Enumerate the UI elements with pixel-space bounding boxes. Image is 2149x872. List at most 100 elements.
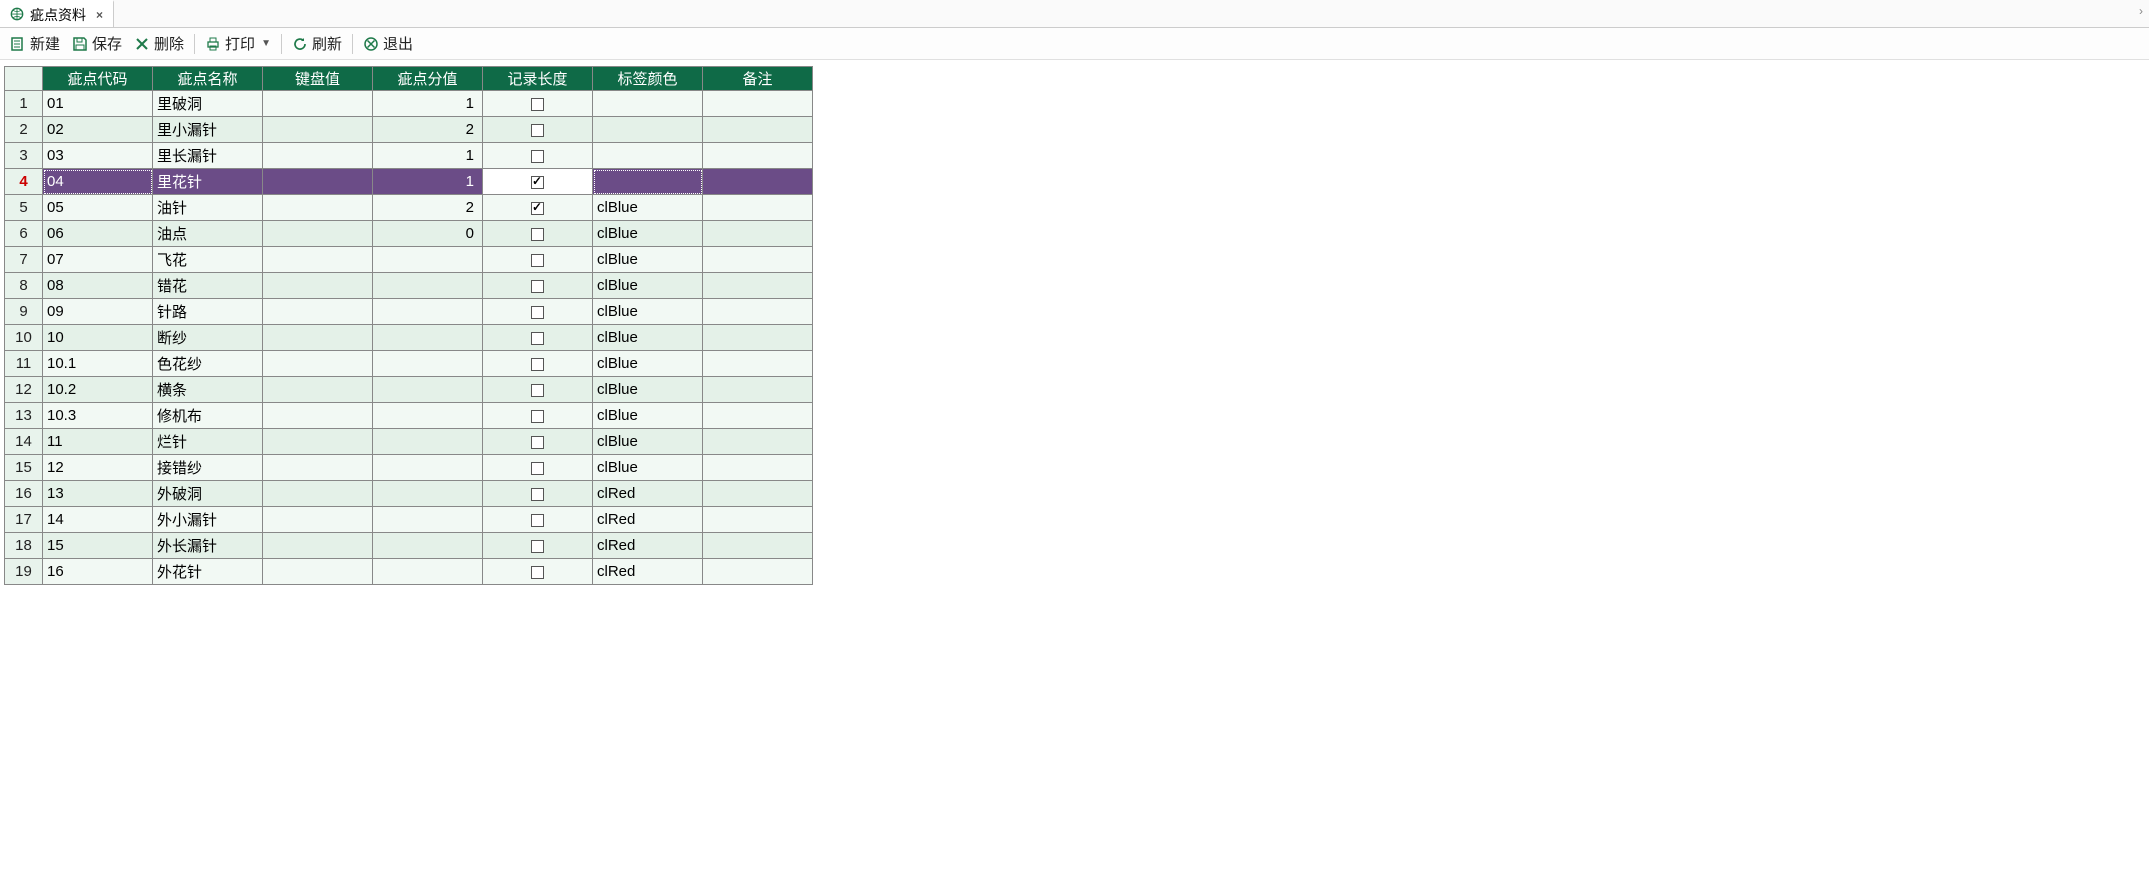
row-number[interactable]: 14 xyxy=(5,429,43,455)
close-icon[interactable]: × xyxy=(96,8,103,22)
cell-reclen[interactable] xyxy=(483,429,593,455)
cell-name[interactable]: 横条 xyxy=(153,377,263,403)
cell-reclen[interactable] xyxy=(483,273,593,299)
cell-key[interactable] xyxy=(263,143,373,169)
cell-label_color[interactable]: clBlue xyxy=(593,299,703,325)
new-button[interactable]: 新建 xyxy=(6,31,64,56)
row-number[interactable]: 13 xyxy=(5,403,43,429)
cell-reclen[interactable] xyxy=(483,325,593,351)
cell-name[interactable]: 烂针 xyxy=(153,429,263,455)
cell-reclen[interactable] xyxy=(483,507,593,533)
row-number[interactable]: 8 xyxy=(5,273,43,299)
delete-button[interactable]: 删除 xyxy=(130,31,188,56)
cell-key[interactable] xyxy=(263,91,373,117)
cell-remark[interactable] xyxy=(703,143,813,169)
cell-remark[interactable] xyxy=(703,221,813,247)
cell-score[interactable] xyxy=(373,247,483,273)
cell-remark[interactable] xyxy=(703,559,813,585)
cell-score[interactable] xyxy=(373,481,483,507)
cell-code[interactable]: 16 xyxy=(43,559,153,585)
cell-key[interactable] xyxy=(263,169,373,195)
cell-key[interactable] xyxy=(263,559,373,585)
cell-name[interactable]: 外破洞 xyxy=(153,481,263,507)
cell-remark[interactable] xyxy=(703,455,813,481)
row-number[interactable]: 19 xyxy=(5,559,43,585)
table-row[interactable]: 1815外长漏针clRed xyxy=(5,533,813,559)
cell-reclen[interactable] xyxy=(483,403,593,429)
cell-score[interactable] xyxy=(373,559,483,585)
cell-name[interactable]: 错花 xyxy=(153,273,263,299)
cell-code[interactable]: 10.2 xyxy=(43,377,153,403)
cell-name[interactable]: 接错纱 xyxy=(153,455,263,481)
cell-name[interactable]: 油点 xyxy=(153,221,263,247)
cell-code[interactable]: 08 xyxy=(43,273,153,299)
cell-reclen[interactable] xyxy=(483,299,593,325)
checkbox-reclen[interactable] xyxy=(531,98,544,111)
cell-name[interactable]: 断纱 xyxy=(153,325,263,351)
checkbox-reclen[interactable] xyxy=(531,176,544,189)
cell-remark[interactable] xyxy=(703,91,813,117)
cell-score[interactable] xyxy=(373,403,483,429)
cell-label_color[interactable]: clBlue xyxy=(593,429,703,455)
table-row[interactable]: 1714外小漏针clRed xyxy=(5,507,813,533)
cell-name[interactable]: 修机布 xyxy=(153,403,263,429)
table-row[interactable]: 1613外破洞clRed xyxy=(5,481,813,507)
table-row[interactable]: 1210.2横条clBlue xyxy=(5,377,813,403)
cell-code[interactable]: 01 xyxy=(43,91,153,117)
row-number[interactable]: 4 xyxy=(5,169,43,195)
header-remark[interactable]: 备注 xyxy=(703,67,813,91)
row-number[interactable]: 3 xyxy=(5,143,43,169)
header-name[interactable]: 疵点名称 xyxy=(153,67,263,91)
table-row[interactable]: 404里花针1 xyxy=(5,169,813,195)
cell-score[interactable] xyxy=(373,325,483,351)
row-number[interactable]: 7 xyxy=(5,247,43,273)
checkbox-reclen[interactable] xyxy=(531,254,544,267)
cell-remark[interactable] xyxy=(703,299,813,325)
checkbox-reclen[interactable] xyxy=(531,514,544,527)
cell-label_color[interactable] xyxy=(593,143,703,169)
table-row[interactable]: 1512接错纱clBlue xyxy=(5,455,813,481)
checkbox-reclen[interactable] xyxy=(531,124,544,137)
checkbox-reclen[interactable] xyxy=(531,358,544,371)
cell-label_color[interactable]: clRed xyxy=(593,481,703,507)
cell-label_color[interactable] xyxy=(593,91,703,117)
row-number[interactable]: 18 xyxy=(5,533,43,559)
cell-score[interactable] xyxy=(373,351,483,377)
cell-label_color[interactable]: clBlue xyxy=(593,455,703,481)
cell-remark[interactable] xyxy=(703,351,813,377)
row-number[interactable]: 6 xyxy=(5,221,43,247)
checkbox-reclen[interactable] xyxy=(531,280,544,293)
cell-remark[interactable] xyxy=(703,117,813,143)
checkbox-reclen[interactable] xyxy=(531,488,544,501)
defect-grid[interactable]: 疵点代码 疵点名称 键盘值 疵点分值 记录长度 标签颜色 备注 101里破洞12… xyxy=(4,66,813,585)
tab-defect-data[interactable]: 疵点资料 × xyxy=(0,0,114,27)
cell-key[interactable] xyxy=(263,351,373,377)
table-row[interactable]: 101里破洞1 xyxy=(5,91,813,117)
table-row[interactable]: 707飞花clBlue xyxy=(5,247,813,273)
cell-name[interactable]: 外长漏针 xyxy=(153,533,263,559)
cell-reclen[interactable] xyxy=(483,559,593,585)
cell-name[interactable]: 针路 xyxy=(153,299,263,325)
cell-remark[interactable] xyxy=(703,481,813,507)
cell-remark[interactable] xyxy=(703,377,813,403)
cell-label_color[interactable]: clRed xyxy=(593,507,703,533)
row-number[interactable]: 16 xyxy=(5,481,43,507)
cell-code[interactable]: 07 xyxy=(43,247,153,273)
cell-label_color[interactable]: clRed xyxy=(593,533,703,559)
cell-code[interactable]: 10.3 xyxy=(43,403,153,429)
row-number[interactable]: 1 xyxy=(5,91,43,117)
cell-score[interactable] xyxy=(373,533,483,559)
checkbox-reclen[interactable] xyxy=(531,306,544,319)
row-number[interactable]: 2 xyxy=(5,117,43,143)
cell-name[interactable]: 外花针 xyxy=(153,559,263,585)
cell-code[interactable]: 03 xyxy=(43,143,153,169)
cell-reclen[interactable] xyxy=(483,455,593,481)
cell-reclen[interactable] xyxy=(483,195,593,221)
cell-key[interactable] xyxy=(263,377,373,403)
cell-remark[interactable] xyxy=(703,195,813,221)
cell-key[interactable] xyxy=(263,429,373,455)
cell-name[interactable]: 外小漏针 xyxy=(153,507,263,533)
cell-key[interactable] xyxy=(263,403,373,429)
checkbox-reclen[interactable] xyxy=(531,150,544,163)
cell-remark[interactable] xyxy=(703,507,813,533)
